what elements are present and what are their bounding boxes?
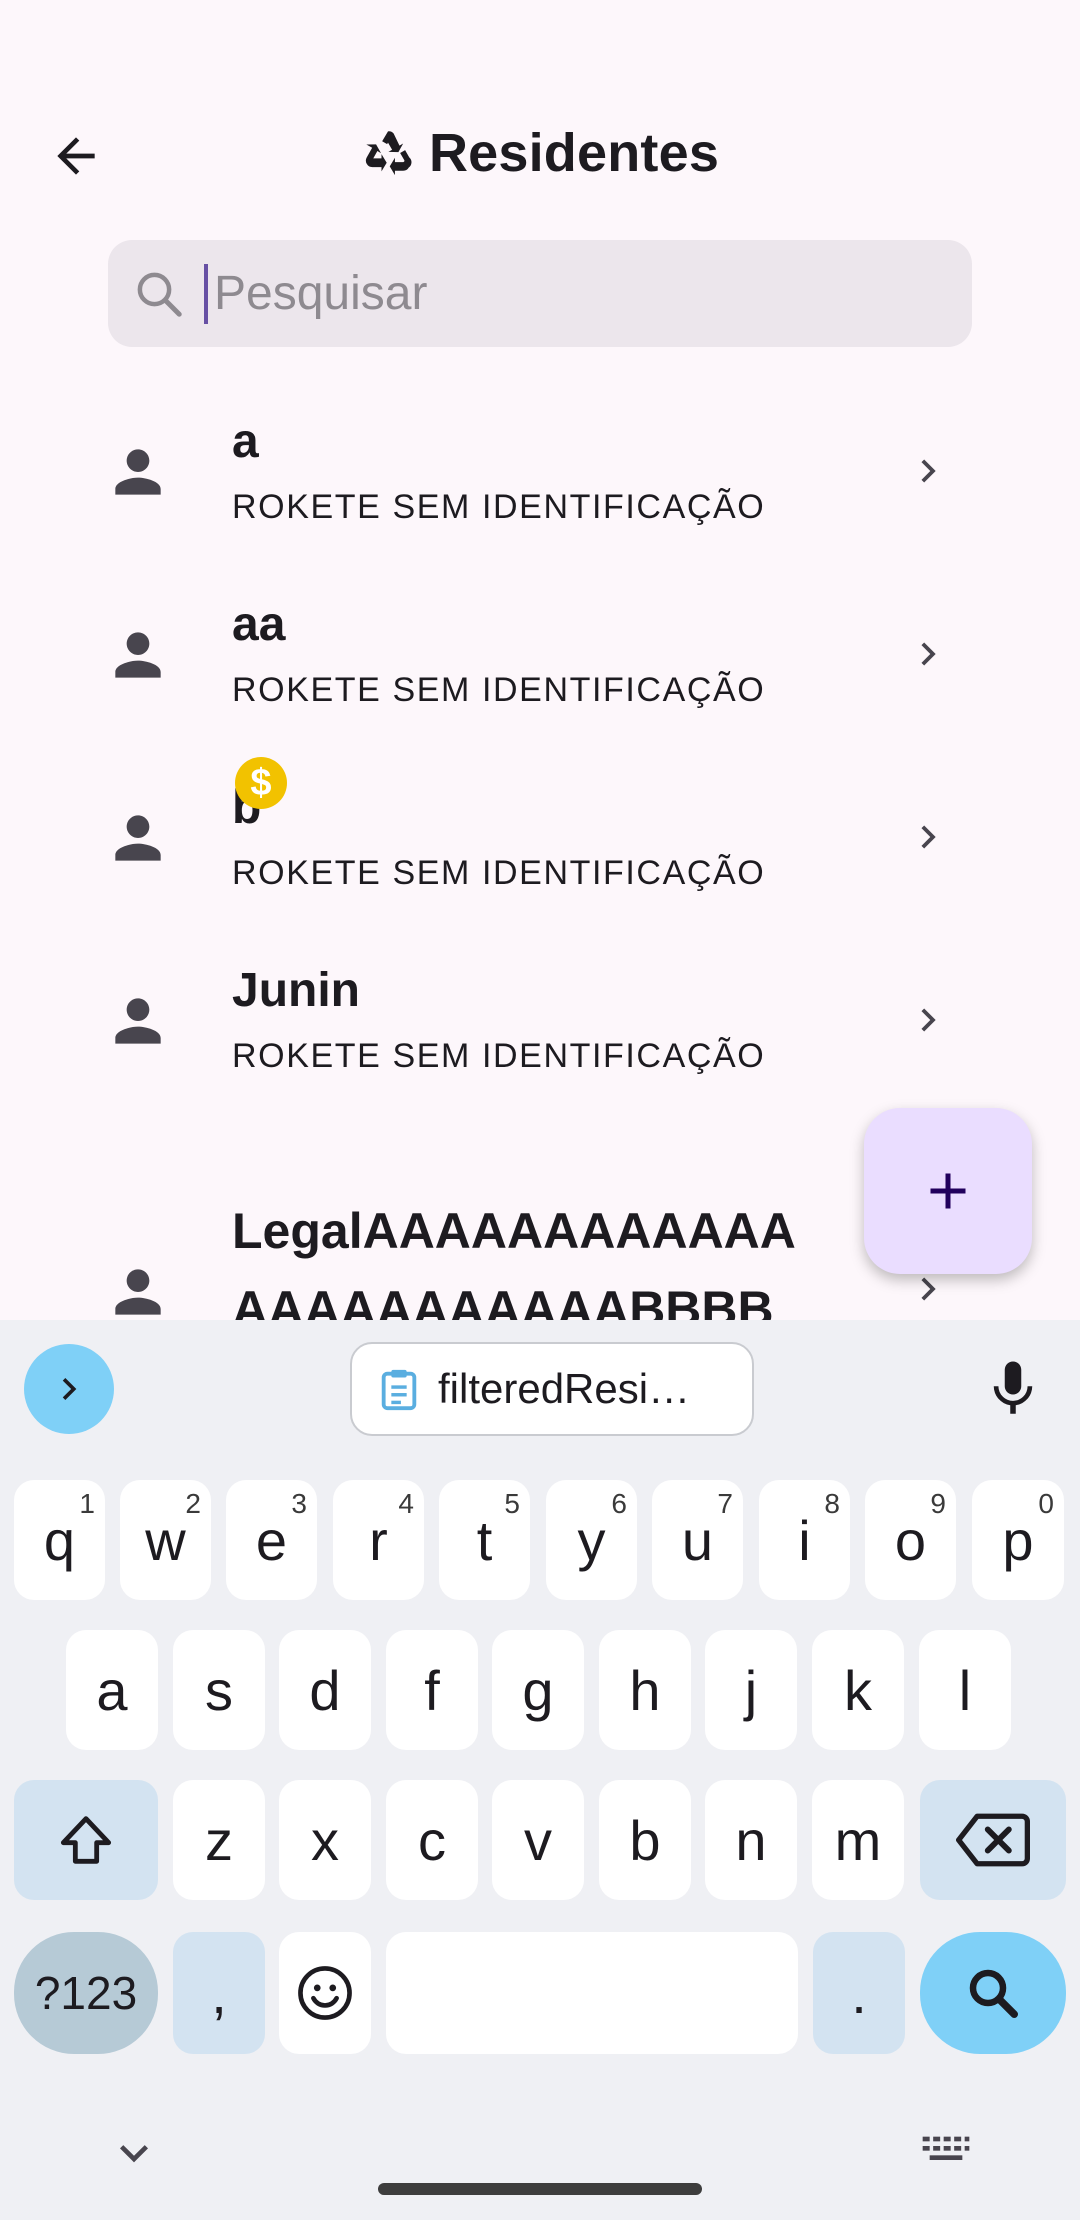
resident-name-line2: AAAAAAAAAAABBBB — [232, 1281, 774, 1320]
key-s[interactable]: s — [173, 1630, 265, 1750]
keyboard-switch-icon[interactable] — [918, 2125, 974, 2181]
key-z[interactable]: z — [173, 1780, 265, 1900]
search-action-key[interactable] — [920, 1932, 1066, 2054]
person-icon — [115, 449, 161, 495]
app-bar: Residentes — [0, 100, 1080, 212]
search-bar[interactable] — [108, 240, 972, 347]
resident-name: Junin — [232, 964, 360, 1017]
key-b[interactable]: b — [599, 1780, 691, 1900]
emoji-icon — [298, 1966, 352, 2020]
resident-subtitle: ROKETE SEM IDENTIFICAÇÃO — [232, 488, 766, 526]
resident-row[interactable]: Junin ROKETE SEM IDENTIFICAÇÃO — [0, 929, 1080, 1112]
key-i[interactable]: i8 — [759, 1480, 850, 1600]
key-g[interactable]: g — [492, 1630, 584, 1750]
chevron-right-icon — [921, 1008, 936, 1032]
system-navigation-bar — [0, 2085, 1080, 2220]
page-title: Residentes — [428, 123, 720, 183]
key-k[interactable]: k — [812, 1630, 904, 1750]
emoji-key[interactable] — [279, 1932, 371, 2054]
key-f[interactable]: f — [386, 1630, 478, 1750]
gesture-home-bar[interactable] — [378, 2183, 702, 2195]
resident-subtitle: ROKETE SEM IDENTIFICAÇÃO — [232, 1037, 766, 1075]
symbols-key[interactable]: ?123 — [14, 1932, 158, 2054]
clipboard-suggestion-text: filteredResi… — [438, 1365, 691, 1412]
key-a[interactable]: a — [66, 1630, 158, 1750]
person-icon — [115, 1269, 161, 1315]
shift-icon — [60, 1816, 112, 1864]
key-t[interactable]: t5 — [439, 1480, 530, 1600]
key-e[interactable]: e3 — [226, 1480, 317, 1600]
key-r[interactable]: r4 — [333, 1480, 424, 1600]
chevron-right-icon — [921, 459, 936, 483]
key-q[interactable]: q1 — [14, 1480, 105, 1600]
recycle-icon — [361, 126, 415, 180]
period-key[interactable]: . — [813, 1932, 905, 2054]
search-icon — [969, 1969, 1018, 2018]
chevron-right-icon — [62, 1378, 77, 1400]
key-l[interactable]: l — [919, 1630, 1011, 1750]
resident-name: a — [232, 415, 259, 468]
chevron-down-icon[interactable] — [106, 2125, 162, 2181]
search-input[interactable] — [214, 253, 914, 334]
space-key[interactable] — [386, 1932, 798, 2054]
keyboard-toolbar: filteredResi… — [0, 1320, 1080, 1460]
backspace-icon — [956, 1813, 1030, 1867]
key-v[interactable]: v — [492, 1780, 584, 1900]
resident-row[interactable]: b ROKETE SEM IDENTIFICAÇÃO — [0, 746, 1080, 929]
key-x[interactable]: x — [279, 1780, 371, 1900]
expand-toolbar-button[interactable] — [24, 1344, 114, 1434]
resident-row[interactable]: aa ROKETE SEM IDENTIFICAÇÃO — [0, 563, 1080, 746]
text-cursor — [204, 263, 208, 324]
resident-row[interactable]: a ROKETE SEM IDENTIFICAÇÃO — [0, 380, 1080, 563]
search-icon — [130, 265, 188, 323]
backspace-key[interactable] — [920, 1780, 1066, 1900]
title-container: Residentes — [0, 122, 1080, 184]
resident-subtitle: ROKETE SEM IDENTIFICAÇÃO — [232, 854, 766, 892]
chevron-right-icon — [921, 825, 936, 849]
dollar-coin-icon: $ — [235, 757, 287, 809]
key-w[interactable]: w2 — [120, 1480, 211, 1600]
resident-name: aa — [232, 598, 286, 651]
resident-name: LegalAAAAAAAAAAAA AAAAAAAAAAABBBB — [232, 1192, 852, 1320]
key-n[interactable]: n — [705, 1780, 797, 1900]
key-j[interactable]: j — [705, 1630, 797, 1750]
key-o[interactable]: o9 — [865, 1480, 956, 1600]
microphone-icon[interactable] — [980, 1356, 1046, 1422]
comma-key[interactable]: , — [173, 1932, 265, 2054]
clipboard-icon — [381, 1369, 417, 1411]
chevron-right-icon — [921, 642, 936, 666]
key-u[interactable]: u7 — [652, 1480, 743, 1600]
add-resident-button[interactable] — [864, 1108, 1032, 1274]
resident-subtitle: ROKETE SEM IDENTIFICAÇÃO — [232, 671, 766, 709]
key-p[interactable]: p0 — [972, 1480, 1064, 1600]
shift-key[interactable] — [14, 1780, 158, 1900]
key-h[interactable]: h — [599, 1630, 691, 1750]
key-c[interactable]: c — [386, 1780, 478, 1900]
person-icon — [115, 632, 161, 678]
person-icon — [115, 998, 161, 1044]
key-m[interactable]: m — [812, 1780, 904, 1900]
key-y[interactable]: y6 — [546, 1480, 637, 1600]
clipboard-suggestion-chip[interactable]: filteredResi… — [350, 1342, 754, 1436]
resident-name-line1: LegalAAAAAAAAAAAA — [232, 1203, 796, 1259]
plus-icon — [930, 1173, 966, 1209]
status-bar — [0, 0, 1080, 64]
person-icon — [115, 815, 161, 861]
key-d[interactable]: d — [279, 1630, 371, 1750]
